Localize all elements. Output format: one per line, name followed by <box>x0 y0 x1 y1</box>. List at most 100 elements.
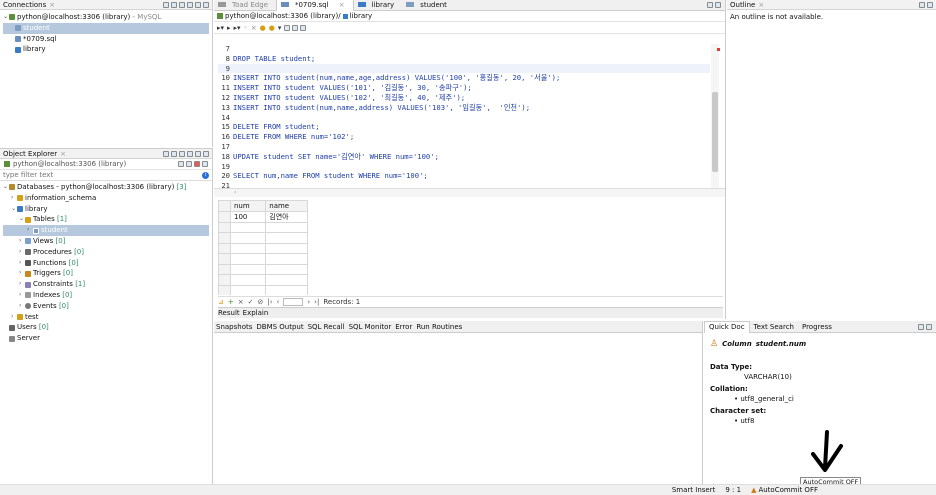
explain-icon[interactable]: ▸▾ <box>234 24 241 32</box>
sql-editor[interactable]: 7 8 DROP TABLE student; 9 10 INSERT INTO stud… <box>214 44 710 190</box>
table-cell[interactable] <box>265 284 308 295</box>
tree-item-procedures[interactable]: › Procedures [0] <box>3 247 209 258</box>
table-cell[interactable] <box>229 274 267 286</box>
filter-icon[interactable] <box>187 1 193 8</box>
column-header[interactable]: num <box>229 200 267 212</box>
tab-toad-edge[interactable]: Toad Edge <box>214 1 276 9</box>
table-cell[interactable]: 김연아 <box>265 210 308 223</box>
tree-item-information-schema[interactable]: › information_schema <box>3 193 209 204</box>
tab-bottom-0[interactable]: Snapshots <box>214 323 254 331</box>
minimize-icon[interactable] <box>195 150 201 157</box>
close-icon[interactable]: × <box>49 1 55 9</box>
connection-child-sql[interactable]: *0709.sql <box>3 34 209 45</box>
pin-icon[interactable]: ⊿ <box>218 298 224 306</box>
tree-item-tables[interactable]: ⌄ Tables [1] <box>3 214 209 225</box>
tree-item-library[interactable]: ⌄ library <box>3 204 209 215</box>
new-connection-icon[interactable] <box>163 1 169 8</box>
tab-quick-doc[interactable]: Quick Doc <box>704 320 750 333</box>
table-row[interactable] <box>218 221 308 233</box>
table-cell[interactable]: 100 <box>229 210 267 223</box>
autocommit-status[interactable]: ▲ AutoCommit OFF <box>751 486 818 494</box>
new-object-icon[interactable] <box>179 150 185 157</box>
table-cell[interactable] <box>265 232 308 244</box>
commit-icon[interactable]: ● <box>260 24 266 32</box>
scrollbar-thumb[interactable] <box>712 92 718 172</box>
tree-item-databases[interactable]: ⌄ Databases - python@localhost:3306 (libr… <box>3 182 209 193</box>
table-row[interactable] <box>218 274 308 286</box>
filter-icon[interactable] <box>187 150 193 157</box>
tab-sql-file[interactable]: *0709.sql × <box>275 0 354 11</box>
execute-icon[interactable]: ▸▾ <box>217 24 224 32</box>
tree-item-student[interactable]: › student <box>3 225 209 236</box>
options-icon[interactable]: ▾ <box>278 24 282 32</box>
layout-icon[interactable] <box>284 24 291 31</box>
tab-bottom-4[interactable]: Error <box>393 323 414 331</box>
connection-item[interactable]: ⌄ python@localhost:3306 (library) - MySQL <box>3 12 209 23</box>
tab-bottom-5[interactable]: Run Routines <box>414 323 464 331</box>
info-icon[interactable]: i <box>202 171 209 179</box>
table-cell[interactable] <box>229 221 267 233</box>
connection-child-student[interactable]: student <box>3 22 209 34</box>
table-row[interactable] <box>218 253 308 265</box>
tab-student[interactable]: student <box>402 1 455 9</box>
breadcrumb-database[interactable]: library <box>350 12 373 20</box>
tab-library[interactable]: library <box>354 1 403 9</box>
minimize-icon[interactable] <box>707 2 713 8</box>
table-row[interactable] <box>218 284 308 295</box>
tree-item-triggers[interactable]: › Triggers [0] <box>3 268 209 279</box>
table-cell[interactable] <box>229 232 267 244</box>
result-grid[interactable]: num name 100 김연아 <box>218 200 718 295</box>
table-cell[interactable] <box>229 253 267 265</box>
table-row[interactable] <box>218 232 308 244</box>
tree-item-test[interactable]: › test <box>3 312 209 323</box>
row-header[interactable] <box>218 232 231 244</box>
table-cell[interactable] <box>265 253 308 265</box>
row-header[interactable] <box>218 263 231 275</box>
close-icon[interactable]: × <box>335 1 349 9</box>
tree-item-constraints[interactable]: › Constraints [1] <box>3 279 209 290</box>
table-row[interactable]: 100 김연아 <box>218 210 308 223</box>
tree-item-functions[interactable]: › Functions [0] <box>3 258 209 269</box>
table-row[interactable] <box>218 263 308 275</box>
tree-item-users[interactable]: Users [0] <box>3 322 209 333</box>
connection-child-library[interactable]: library <box>3 44 209 55</box>
tab-text-search[interactable]: Text Search <box>750 323 798 331</box>
explorer-connection-bar[interactable]: python@localhost:3306 (library) <box>0 159 212 170</box>
format-icon[interactable]: × <box>251 24 257 32</box>
table-cell[interactable] <box>229 284 267 295</box>
tree-item-server[interactable]: Server <box>3 333 209 344</box>
page-input[interactable] <box>283 298 304 306</box>
filter-input[interactable] <box>3 171 202 179</box>
last-page-icon[interactable]: ›| <box>314 298 319 306</box>
maximize-icon[interactable] <box>715 2 721 8</box>
close-icon[interactable]: × <box>60 150 66 158</box>
refresh-icon[interactable] <box>163 150 169 157</box>
tab-bottom-3[interactable]: SQL Monitor <box>347 323 394 331</box>
delete-row-icon[interactable]: × <box>238 298 244 306</box>
maximize-icon[interactable] <box>927 1 933 8</box>
row-header[interactable] <box>218 284 231 295</box>
maximize-icon[interactable] <box>203 1 209 8</box>
stop-icon[interactable]: ◦ <box>244 24 248 32</box>
table-cell[interactable] <box>229 242 267 254</box>
tab-bottom-1[interactable]: DBMS Output <box>254 323 305 331</box>
breadcrumb-connection[interactable]: python@localhost:3306 (library)/ <box>225 12 341 20</box>
link-icon[interactable] <box>179 1 185 8</box>
cancel-icon[interactable]: ⊘ <box>258 298 264 306</box>
table-cell[interactable] <box>265 274 308 286</box>
minimize-icon[interactable] <box>919 1 925 8</box>
link-icon[interactable] <box>186 161 192 167</box>
collapse-icon[interactable] <box>171 1 177 8</box>
row-header[interactable] <box>218 242 231 254</box>
disconnect-icon[interactable] <box>194 161 200 167</box>
tab-result[interactable]: Result <box>218 309 240 317</box>
tree-item-views[interactable]: › Views [0] <box>3 236 209 247</box>
row-header[interactable] <box>218 274 231 286</box>
table-cell[interactable] <box>265 242 308 254</box>
save-icon[interactable]: ✓ <box>248 298 254 306</box>
minimize-icon[interactable] <box>918 323 924 330</box>
column-header[interactable]: name <box>265 200 308 212</box>
prev-page-icon[interactable]: ‹ <box>277 298 280 306</box>
settings-icon[interactable] <box>202 161 208 167</box>
editor-scrollbar[interactable] <box>711 44 719 190</box>
